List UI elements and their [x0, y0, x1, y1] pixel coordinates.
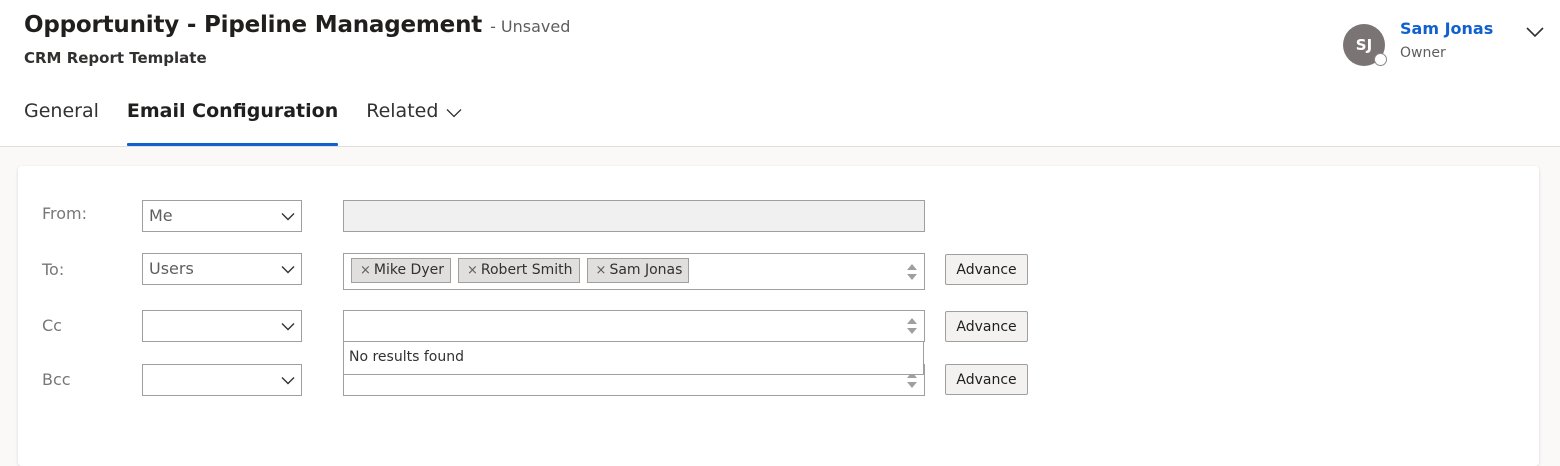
to-label: To: — [42, 260, 65, 279]
from-field — [343, 200, 925, 232]
page-title: Opportunity - Pipeline Management — [24, 12, 483, 38]
bcc-label: Bcc — [42, 370, 71, 389]
recipient-name: Mike Dyer — [373, 262, 444, 278]
tab-related[interactable]: Related — [366, 96, 462, 146]
to-type-select[interactable]: Users — [142, 253, 302, 285]
scroll-arrows-icon[interactable] — [906, 315, 918, 337]
presence-status-icon — [1374, 53, 1387, 66]
remove-icon[interactable]: × — [467, 263, 478, 278]
remove-icon[interactable]: × — [360, 263, 371, 278]
tab-general[interactable]: General — [24, 96, 99, 146]
cc-recipients-field[interactable] — [343, 310, 925, 342]
chevron-down-icon — [281, 323, 295, 331]
recipient-chip[interactable]: × Robert Smith — [457, 258, 580, 283]
tab-label: Email Configuration — [126, 100, 339, 122]
email-configuration-card: From: Me To: Users × Mike Dyer × Robert Smi… — [18, 166, 1539, 466]
tab-email-configuration[interactable]: Email Configuration — [126, 96, 339, 146]
cc-advance-button[interactable]: Advance — [945, 311, 1028, 342]
owner-name-link[interactable]: Sam Jonas — [1400, 19, 1493, 38]
owner-role-label: Owner — [1400, 45, 1446, 61]
cc-label: Cc — [42, 316, 62, 335]
recipient-name: Sam Jonas — [609, 262, 683, 278]
chevron-down-icon — [281, 266, 295, 274]
chevron-down-icon — [281, 377, 295, 385]
scroll-arrows-icon[interactable] — [906, 261, 918, 283]
save-status: - Unsaved — [490, 17, 571, 36]
recipient-suggestions-dropdown: No results found — [343, 341, 924, 375]
cc-type-select[interactable] — [142, 310, 302, 342]
to-advance-button[interactable]: Advance — [945, 254, 1028, 285]
bcc-advance-button[interactable]: Advance — [945, 364, 1028, 395]
tab-bar: General Email Configuration Related — [24, 96, 490, 146]
owner-card[interactable]: SJ Sam Jonas Owner — [1343, 19, 1544, 70]
recipient-name: Robert Smith — [480, 262, 573, 278]
chevron-down-icon — [446, 109, 462, 118]
to-type-value: Users — [149, 259, 194, 278]
record-header: Opportunity - Pipeline Management - Unsa… — [0, 0, 1560, 147]
tab-label: Related — [366, 100, 439, 122]
from-type-value: Me — [149, 206, 173, 225]
chevron-down-icon — [281, 213, 295, 221]
tab-label: General — [24, 100, 99, 122]
chevron-down-icon[interactable] — [1523, 22, 1547, 42]
from-type-select[interactable]: Me — [142, 200, 302, 232]
record-subtitle: CRM Report Template — [24, 49, 207, 67]
title-row: Opportunity - Pipeline Management - Unsa… — [24, 12, 570, 38]
recipient-chip[interactable]: × Sam Jonas — [586, 258, 690, 283]
to-recipients-field[interactable]: × Mike Dyer × Robert Smith × Sam Jonas — [343, 253, 925, 290]
remove-icon[interactable]: × — [596, 263, 607, 278]
recipient-chip[interactable]: × Mike Dyer — [351, 258, 451, 283]
from-label: From: — [42, 204, 88, 223]
bcc-type-select[interactable] — [142, 364, 302, 396]
no-results-message: No results found — [349, 349, 464, 365]
